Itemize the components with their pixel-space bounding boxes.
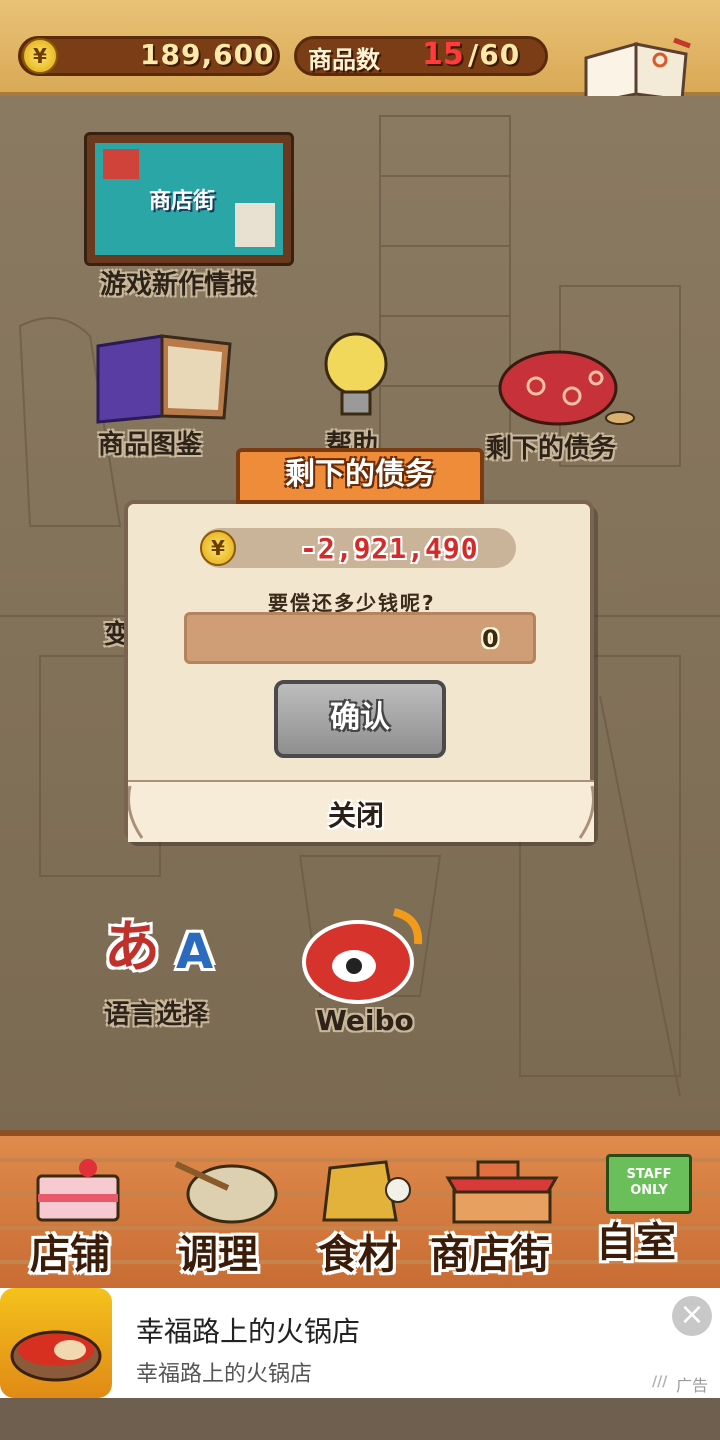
remaining-debt-value: -2,921,490 — [300, 532, 479, 565]
close-label: 关闭 — [328, 799, 385, 832]
catalog-button[interactable] — [92, 332, 236, 424]
nav-shop-button[interactable]: 店铺 — [22, 1156, 132, 1278]
product-count-value: 15 — [422, 37, 464, 72]
catalog-book-icon — [96, 334, 232, 424]
close-button[interactable]: 关闭 — [128, 780, 594, 842]
nav-ingredients-button[interactable]: 食材 — [316, 1154, 416, 1278]
repay-amount-value: 0 — [482, 625, 499, 653]
ad-subtitle: 幸福路上的火锅店 — [136, 1362, 313, 1387]
remaining-debt-button[interactable] — [496, 326, 636, 426]
coin-purse-icon — [498, 350, 635, 426]
staff-only-text: STAFF ONLY — [626, 1167, 672, 1198]
bottom-edge — [0, 1398, 720, 1440]
yen-coin-icon: ¥ — [22, 38, 58, 74]
nav-cooking-label: 调理 — [178, 1232, 258, 1278]
confirm-button[interactable]: 确认 — [274, 680, 446, 758]
product-count-max: /60 — [468, 38, 521, 71]
mixing-bowl-icon — [174, 1161, 278, 1224]
grain-sack-icon — [322, 1160, 411, 1222]
language-select-button[interactable]: あ A — [104, 902, 228, 986]
promo-store-graphic — [235, 203, 275, 247]
ad-tag: 广告 — [676, 1376, 709, 1395]
product-count-label: 商品数 — [308, 46, 380, 74]
latin-a-icon: A — [176, 924, 214, 980]
yen-coin-icon: ¥ — [200, 530, 236, 566]
ad-close-icon[interactable]: × — [672, 1296, 712, 1336]
hiragana-a-icon: あ — [104, 915, 160, 980]
catalog-label: 商品图鉴 — [98, 430, 203, 460]
lightbulb-icon — [324, 332, 388, 416]
help-button[interactable] — [318, 328, 394, 420]
staff-only-sign-icon: STAFF ONLY — [606, 1154, 692, 1214]
new-game-info-button[interactable]: 商店街 — [84, 132, 294, 266]
ad-network-icon: /// — [652, 1374, 668, 1390]
nav-shopping-street-label: 商店街 — [430, 1232, 550, 1278]
promo-shop-graphic — [103, 149, 139, 179]
ad-title: 幸福路上的火锅店 — [136, 1315, 361, 1348]
nav-cooking-button[interactable]: 调理 — [168, 1154, 288, 1278]
cake-icon — [36, 1159, 120, 1222]
nav-own-room-button[interactable]: STAFF ONLY 自室 — [594, 1140, 704, 1270]
ad-app-icon — [0, 1288, 112, 1398]
promo-image: 商店街 — [95, 143, 283, 255]
money-value: 189,600 — [140, 38, 275, 71]
new-game-info-label: 游戏新作情报 — [100, 270, 257, 300]
storefront-icon — [445, 1160, 559, 1224]
dialog-title: 剩下的债务 — [236, 448, 484, 504]
nav-ingredients-label: 食材 — [318, 1232, 398, 1278]
hotpot-icon — [10, 1330, 102, 1382]
weibo-button[interactable] — [302, 904, 426, 1004]
nav-own-room-label: 自室 — [596, 1220, 676, 1266]
ad-banner[interactable]: 幸福路上的火锅店 幸福路上的火锅店 × 广告 /// — [0, 1288, 720, 1398]
weibo-label: Weibo — [316, 1004, 414, 1037]
weibo-icon — [302, 908, 423, 1004]
remaining-debt-label: 剩下的债务 — [486, 434, 617, 464]
promo-title: 商店街 — [149, 189, 216, 214]
language-select-label: 语言选择 — [104, 1000, 209, 1030]
nav-shop-label: 店铺 — [30, 1232, 110, 1278]
nav-shopping-street-button[interactable]: 商店街 — [430, 1156, 570, 1278]
